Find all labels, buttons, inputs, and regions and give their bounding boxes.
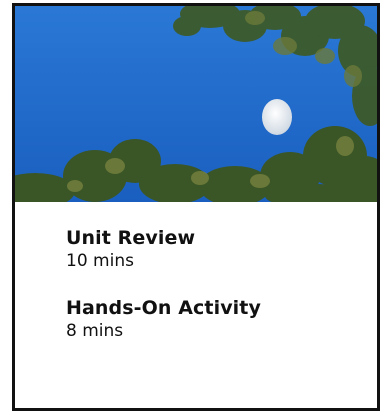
card-hero-image bbox=[15, 6, 377, 202]
list-item[interactable]: Unit Review 10 mins bbox=[66, 227, 367, 272]
lesson-list: Unit Review 10 mins Hands-On Activity 8 … bbox=[66, 227, 367, 367]
lesson-duration: 8 mins bbox=[66, 321, 124, 341]
lesson-card[interactable]: Unit Review 10 mins Hands-On Activity 8 … bbox=[12, 3, 380, 411]
lesson-duration: 10 mins bbox=[66, 251, 134, 271]
lesson-title: Hands-On Activity bbox=[66, 297, 261, 319]
list-item[interactable]: Hands-On Activity 8 mins bbox=[66, 297, 367, 342]
moon-sky-illustration bbox=[15, 6, 377, 202]
lesson-title: Unit Review bbox=[66, 227, 196, 249]
moon-icon bbox=[262, 99, 292, 135]
